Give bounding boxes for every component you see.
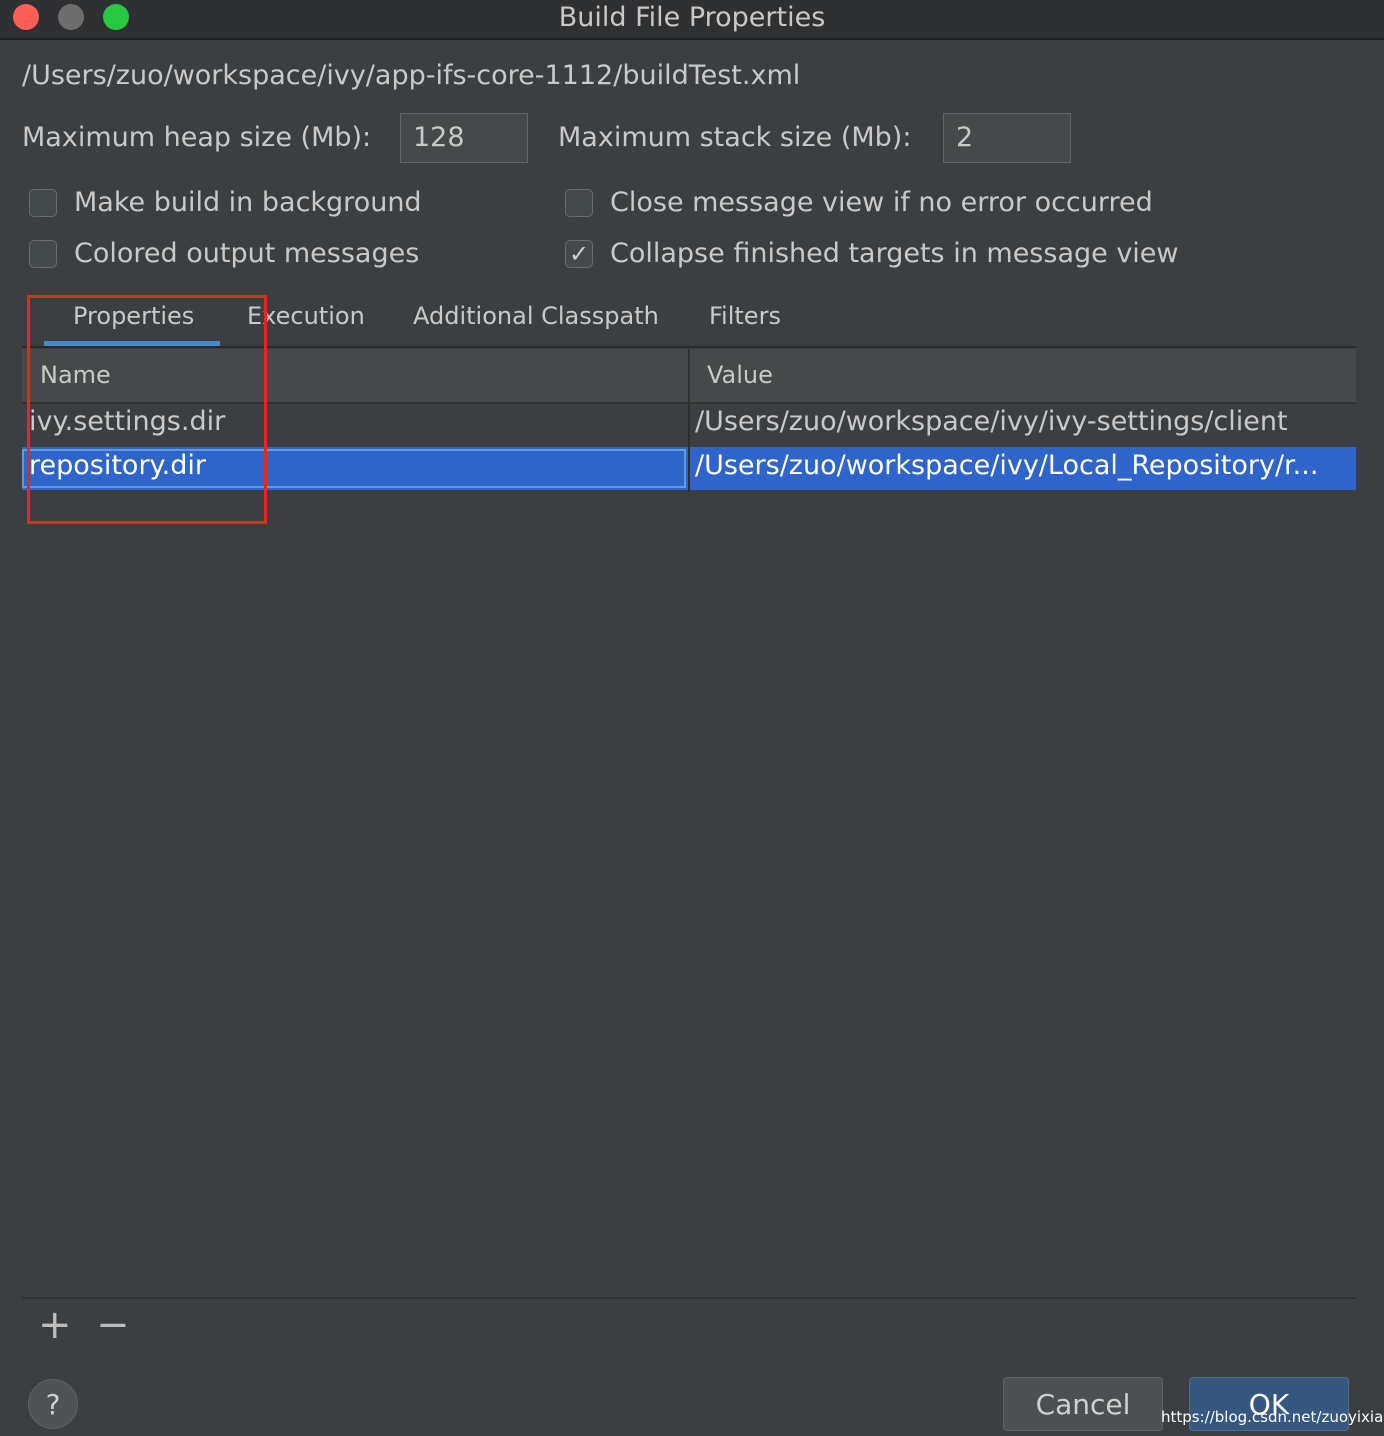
remove-property-button[interactable]: − xyxy=(96,1305,130,1345)
column-divider[interactable] xyxy=(688,349,690,491)
make-build-background-checkbox[interactable] xyxy=(29,188,57,217)
row-1-value-cell[interactable]: /Users/zuo/workspace/ivy/ivy-settings/cl… xyxy=(695,406,1350,437)
watermark-text: https://blog.csdn.net/zuoyixiao xyxy=(1161,1408,1384,1426)
colored-output-option[interactable]: Colored output messages xyxy=(29,238,419,269)
make-build-background-label: Make build in background xyxy=(74,187,422,218)
tab-filters[interactable]: Filters xyxy=(709,302,781,330)
annotation-highlight-box xyxy=(27,295,267,524)
stack-size-input[interactable]: 2 xyxy=(943,113,1071,163)
stack-size-label: Maximum stack size (Mb): xyxy=(558,122,912,153)
collapse-targets-option[interactable]: ✓ Collapse finished targets in message v… xyxy=(565,238,1179,269)
cancel-button[interactable]: Cancel xyxy=(1003,1377,1163,1431)
colored-output-label: Colored output messages xyxy=(74,238,420,269)
make-build-background-option[interactable]: Make build in background xyxy=(29,187,422,218)
checkmark-icon: ✓ xyxy=(568,239,590,268)
column-header-value[interactable]: Value xyxy=(707,361,773,389)
close-message-view-option[interactable]: Close message view if no error occurred xyxy=(565,187,1153,218)
colored-output-checkbox[interactable] xyxy=(29,239,57,268)
row-2-value-cell[interactable]: /Users/zuo/workspace/ivy/Local_Repositor… xyxy=(695,450,1350,481)
question-icon: ? xyxy=(45,1387,61,1421)
collapse-targets-checkbox[interactable]: ✓ xyxy=(565,239,593,268)
add-property-button[interactable]: + xyxy=(38,1305,72,1345)
help-button[interactable]: ? xyxy=(28,1379,78,1429)
close-message-view-label: Close message view if no error occurred xyxy=(610,187,1153,218)
window-title: Build File Properties xyxy=(558,2,826,33)
tab-additional-classpath[interactable]: Additional Classpath xyxy=(413,302,659,330)
heap-size-input[interactable]: 128 xyxy=(400,113,528,163)
toolbar-divider xyxy=(22,1297,1356,1299)
close-message-view-checkbox[interactable] xyxy=(565,188,593,217)
build-file-path: /Users/zuo/workspace/ivy/app-ifs-core-11… xyxy=(22,60,801,91)
collapse-targets-label: Collapse finished targets in message vie… xyxy=(610,238,1179,269)
heap-size-label: Maximum heap size (Mb): xyxy=(22,122,372,153)
title-bar: Build File Properties xyxy=(0,0,1384,40)
